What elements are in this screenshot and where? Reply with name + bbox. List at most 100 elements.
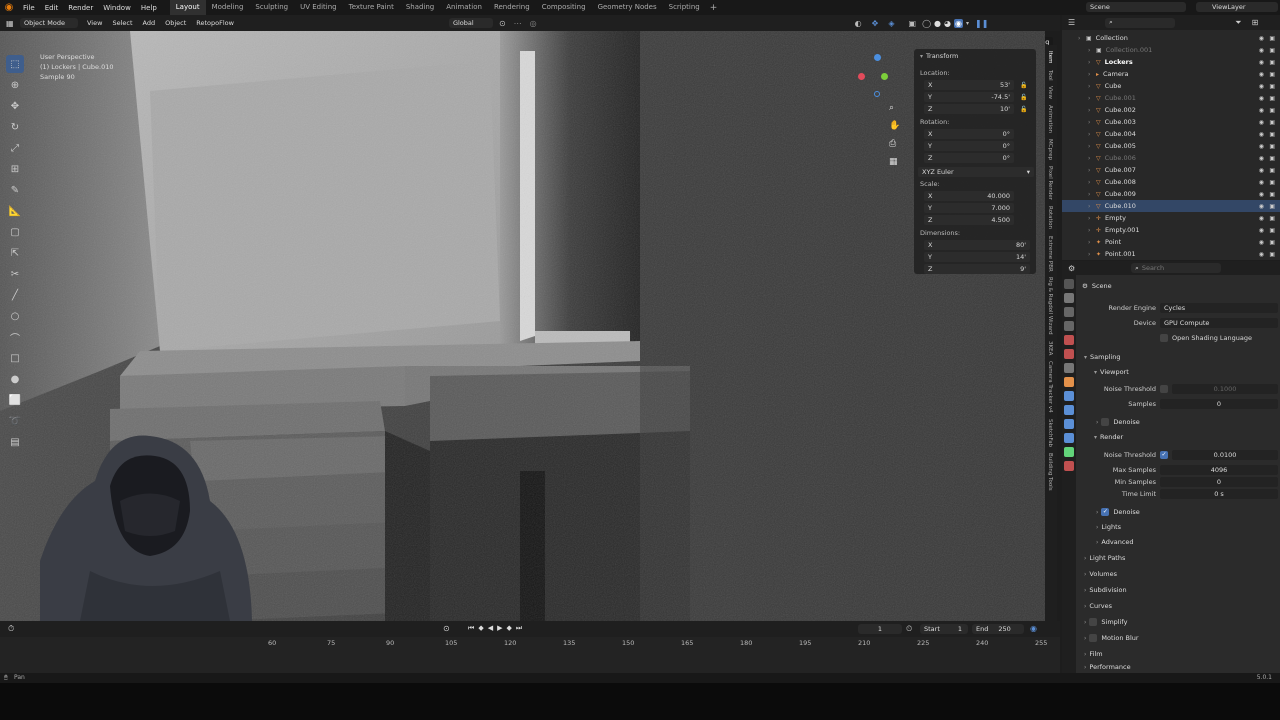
time-limit-field[interactable]: 0 s xyxy=(1160,488,1278,499)
prev-key-icon[interactable]: ◆ xyxy=(478,624,483,633)
modifier-tab-icon[interactable] xyxy=(1064,391,1074,401)
film-panel[interactable]: › Film xyxy=(1084,648,1103,660)
workspace-tab-texture-paint[interactable]: Texture Paint xyxy=(343,0,400,15)
expand-chevron-icon[interactable]: › xyxy=(1088,203,1096,210)
timeline-type-icon[interactable]: ⏱ xyxy=(8,624,14,634)
square-icon[interactable]: □ xyxy=(6,349,24,367)
outliner-item[interactable]: › ▽ Cube.002 ◉ ▣ xyxy=(1062,104,1280,116)
shading-solid-icon[interactable]: ● xyxy=(934,19,941,28)
new-collection-icon[interactable]: ⊞ xyxy=(1252,18,1259,27)
rotation-z-field[interactable]: Z 0° xyxy=(924,153,1014,163)
outliner-item[interactable]: › ▽ Cube.001 ◉ ▣ xyxy=(1062,92,1280,104)
editor-type-icon[interactable]: ▦ xyxy=(6,19,20,28)
outliner-item[interactable]: › ▽ Lockers ◉ ▣ xyxy=(1062,56,1280,68)
lights-subpanel[interactable]: › Lights xyxy=(1096,521,1121,533)
particles-tab-icon[interactable] xyxy=(1064,405,1074,415)
expand-chevron-icon[interactable]: › xyxy=(1088,95,1096,102)
outliner-search[interactable]: ⌕ xyxy=(1105,17,1176,28)
workspace-tab-shading[interactable]: Shading xyxy=(400,0,440,15)
expand-chevron-icon[interactable]: › xyxy=(1088,143,1096,150)
outliner-item[interactable]: › ▽ Cube.007 ◉ ▣ xyxy=(1062,164,1280,176)
render-visibility-icon[interactable]: ▣ xyxy=(1269,203,1275,210)
sphere-icon[interactable]: ● xyxy=(6,370,24,388)
shading-material-icon[interactable]: ◕ xyxy=(944,19,951,28)
keyframe-icon[interactable]: ⊙ xyxy=(443,624,450,633)
r-noise-checkbox[interactable]: ✓ xyxy=(1160,450,1168,459)
scene-selector[interactable]: Scene xyxy=(1086,2,1186,12)
expand-chevron-icon[interactable]: › xyxy=(1088,83,1096,90)
render-visibility-icon[interactable]: ▣ xyxy=(1269,59,1275,66)
workspace-tab-animation[interactable]: Animation xyxy=(440,0,488,15)
gizmo-x-axis[interactable] xyxy=(858,73,865,80)
tool-tab-icon[interactable] xyxy=(1064,279,1074,289)
navigation-gizmo[interactable] xyxy=(852,51,892,99)
sidebar-tab-camera-tracker-v4[interactable]: Camera Tracker v4 xyxy=(1047,361,1053,413)
play-reverse-icon[interactable]: ◀ xyxy=(488,624,493,633)
properties-search[interactable]: ⌕ Search xyxy=(1131,263,1222,273)
extrude-icon[interactable]: ⇱ xyxy=(6,244,24,262)
visibility-eye-icon[interactable]: ◉ xyxy=(1259,59,1264,66)
render-tab-icon[interactable] xyxy=(1064,293,1074,303)
visibility-eye-icon[interactable]: ◉ xyxy=(1259,83,1264,90)
outliner-item[interactable]: › ✛ Empty.001 ◉ ▣ xyxy=(1062,224,1280,236)
vp-denoise-subpanel[interactable]: › Denoise xyxy=(1096,416,1140,428)
render-visibility-icon[interactable]: ▣ xyxy=(1269,83,1275,90)
rotation-x-field[interactable]: X 0° xyxy=(924,129,1014,139)
scale-x-field[interactable]: X 40.000 xyxy=(924,191,1014,201)
menu-edit[interactable]: Edit xyxy=(40,4,64,12)
constraints-tab-icon[interactable] xyxy=(1064,433,1074,443)
select-box-icon[interactable]: ⬚ xyxy=(6,55,24,73)
orientation-selector[interactable]: Global xyxy=(448,18,493,28)
dimensions-z-field[interactable]: Z 9' xyxy=(924,264,1030,274)
view-layer-selector[interactable]: ViewLayer xyxy=(1196,2,1278,12)
pan-hand-icon[interactable]: ✋ xyxy=(889,121,900,131)
visibility-eye-icon[interactable]: ◉ xyxy=(1259,119,1264,126)
rotation-mode-dropdown[interactable]: XYZ Euler ▾ xyxy=(918,167,1034,177)
world-tab-icon[interactable] xyxy=(1064,349,1074,359)
workspace-tab-sculpting[interactable]: Sculpting xyxy=(249,0,294,15)
material-tab-icon[interactable] xyxy=(1064,461,1074,471)
workspace-tab-scripting[interactable]: Scripting xyxy=(663,0,706,15)
viewport-menu-object[interactable]: Object xyxy=(160,19,191,27)
gizmo-y-axis[interactable] xyxy=(881,73,888,80)
xray-icon[interactable]: ▣ xyxy=(909,19,917,28)
outliner-type-icon[interactable]: ☰ xyxy=(1068,18,1075,27)
grid-view-icon[interactable]: ▦ xyxy=(889,157,898,167)
add-workspace-button[interactable]: + xyxy=(706,3,722,13)
motion-blur-panel[interactable]: › Motion Blur xyxy=(1084,632,1139,644)
sidebar-tab-3kea[interactable]: 3KEA xyxy=(1047,341,1053,355)
visibility-eye-icon[interactable]: ◉ xyxy=(1259,251,1264,258)
data-tab-icon[interactable] xyxy=(1064,447,1074,457)
outliner-item[interactable]: › ▽ Cube.003 ◉ ▣ xyxy=(1062,116,1280,128)
expand-chevron-icon[interactable]: › xyxy=(1088,155,1096,162)
workspace-tab-modeling[interactable]: Modeling xyxy=(206,0,250,15)
expand-chevron-icon[interactable]: › xyxy=(1088,179,1096,186)
start-frame-field[interactable]: Start 1 xyxy=(920,624,968,634)
visibility-eye-icon[interactable]: ◉ xyxy=(1259,71,1264,78)
shading-dropdown-icon[interactable]: ▾ xyxy=(966,20,969,27)
spiral-icon[interactable]: ➰ xyxy=(6,412,24,430)
outliner-item[interactable]: › ✛ Empty ◉ ▣ xyxy=(1062,212,1280,224)
expand-chevron-icon[interactable]: › xyxy=(1088,131,1096,138)
dimensions-x-field[interactable]: X 80' xyxy=(924,240,1030,250)
performance-panel[interactable]: › Performance xyxy=(1084,663,1131,671)
sidebar-tab-rig-ragdoll-wizard[interactable]: Rig & Ragdoll Wizard xyxy=(1047,277,1053,335)
render-visibility-icon[interactable]: ▣ xyxy=(1269,251,1275,258)
expand-chevron-icon[interactable]: › xyxy=(1088,239,1096,246)
jump-end-icon[interactable]: ⏭ xyxy=(516,624,522,633)
add-cube-icon[interactable]: ▢ xyxy=(6,223,24,241)
render-denoise-checkbox[interactable]: ✓ xyxy=(1101,508,1110,516)
visibility-eye-icon[interactable]: ◉ xyxy=(1259,191,1264,198)
properties-type-icon[interactable]: ⚙ xyxy=(1068,264,1075,273)
visibility-eye-icon[interactable]: ◉ xyxy=(1259,167,1264,174)
render-visibility-icon[interactable]: ▣ xyxy=(1269,119,1275,126)
expand-chevron-icon[interactable]: › xyxy=(1088,215,1096,222)
end-frame-field[interactable]: End 250 xyxy=(972,624,1024,634)
subdivision-panel[interactable]: › Subdivision xyxy=(1084,584,1127,596)
viewport-menu-add[interactable]: Add xyxy=(138,19,161,27)
viewport-menu-select[interactable]: Select xyxy=(107,19,137,27)
curve-icon[interactable]: ⌒ xyxy=(6,328,24,346)
r-noise-threshold-field[interactable]: 0.0100 xyxy=(1172,449,1278,460)
collection-tab-icon[interactable] xyxy=(1064,363,1074,373)
scale-z-field[interactable]: Z 4.500 xyxy=(924,215,1014,225)
